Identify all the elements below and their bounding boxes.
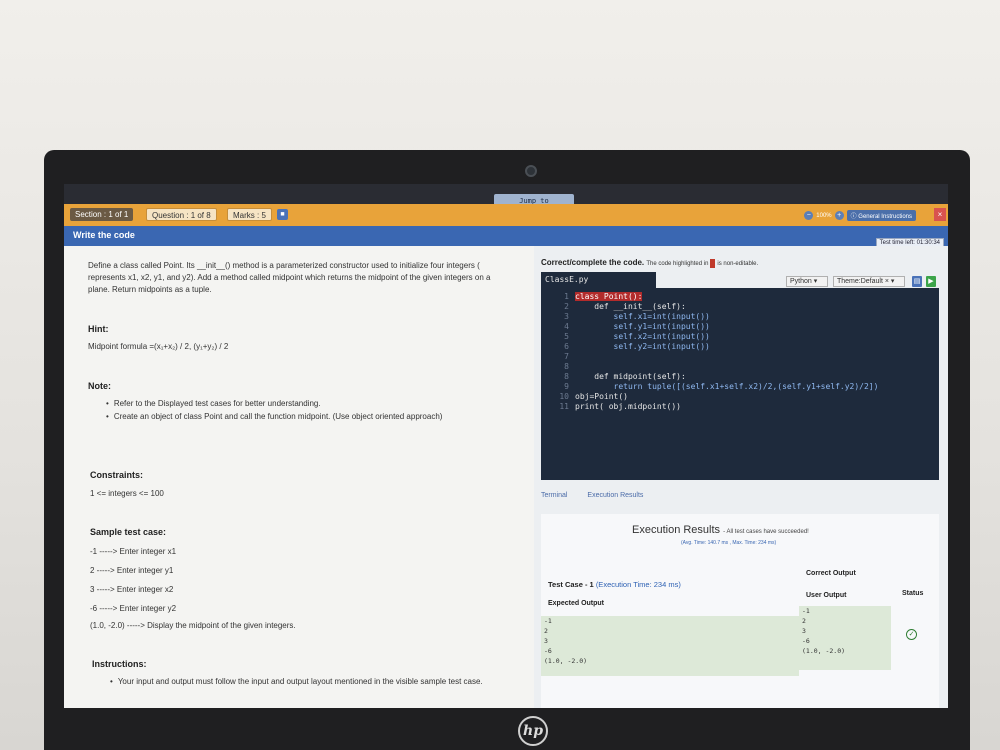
user-output-header: User Output [806, 592, 847, 599]
editor-heading: Correct/complete the code. The code high… [541, 258, 758, 268]
code-text: self.x2=int(input()) [575, 332, 710, 341]
code-text: self.y2=int(input()) [575, 342, 710, 351]
execution-results: Execution Results - All test cases have … [541, 514, 939, 708]
code-line: 1 class Point(): [564, 292, 643, 301]
theme-value: Theme:Default [837, 278, 883, 285]
code-line: 10 obj=Point() [559, 392, 628, 401]
screen: Jump to Section : 1 of 1 Question : 1 of… [64, 184, 948, 708]
code-text: self.y1=int(input()) [575, 322, 710, 331]
result-tabs: Terminal Execution Results [541, 492, 661, 499]
code-line: 4 self.y1=int(input()) [564, 322, 710, 331]
sample-line: -1 -----> Enter integer x1 [90, 547, 177, 556]
execution-timing: (Avg. Time: 140.7 ms , Max. Time: 234 ms… [681, 540, 777, 546]
code-line: 11 print( obj.midpoint()) [559, 402, 681, 411]
code-line: 9 return tuple([(self.x1+self.x2)/2,(sel… [564, 382, 879, 391]
code-line: 8 [564, 362, 569, 371]
save-icon[interactable]: ▤ [912, 276, 922, 287]
code-text: print( obj.midpoint()) [575, 402, 681, 411]
page-title: Write the code [73, 230, 135, 240]
hp-logo: hp [518, 716, 548, 746]
code-panel: Correct/complete the code. The code high… [534, 246, 948, 708]
code-line: 5 self.x2=int(input()) [564, 332, 710, 341]
output-line: 3 [544, 637, 548, 645]
sample-line: 3 -----> Enter integer x2 [90, 585, 174, 594]
hint-heading: Hint: [88, 324, 109, 334]
theme-select[interactable]: Theme:Default × ▾ [833, 276, 905, 287]
code-line: 6 self.y2=int(input()) [564, 342, 710, 351]
editor-heading-text: Correct/complete the code. [541, 258, 645, 267]
testcase-label: Test Case - 1 (Execution Time: 234 ms) [548, 580, 681, 589]
language-value: Python [790, 278, 812, 285]
close-icon[interactable]: × [934, 208, 946, 221]
code-line: 7 [564, 352, 569, 361]
language-select[interactable]: Python ▾ [786, 276, 828, 287]
general-instructions-label: General Instructions [858, 214, 912, 220]
zoom-controls: − 100% + ⓘ General Instructions [804, 210, 916, 221]
instruction-item: Your input and output must follow the in… [110, 676, 515, 688]
execution-title-text: Execution Results [632, 524, 721, 536]
code-text: self.x1=int(input()) [575, 312, 710, 321]
marks-pill: Marks : 5 [227, 208, 272, 221]
sample-line: (1.0, -2.0) -----> Display the midpoint … [90, 621, 296, 630]
sample-heading: Sample test case: [90, 527, 167, 537]
section-pill[interactable]: Section : 1 of 1 [70, 208, 134, 221]
output-line: 3 [802, 627, 806, 635]
zoom-level: 100% [816, 212, 832, 219]
zoom-out-icon[interactable]: − [804, 211, 814, 220]
problem-description: Define a class called Point. Its __init_… [88, 261, 491, 294]
question-nav-bar: Section : 1 of 1 Question : 1 of 8 Marks… [64, 204, 948, 226]
user-output: -1 2 3 -6 (1.0, -2.0) [799, 606, 891, 670]
code-text: def midpoint(self): [575, 372, 686, 381]
output-line: -1 [802, 607, 810, 615]
expected-output-header: Expected Output [548, 600, 605, 607]
webcam [525, 165, 537, 177]
code-line: 2 def __init__(self): [564, 302, 686, 311]
output-line: (1.0, -2.0) [802, 647, 846, 655]
code-editor[interactable]: 1 class Point(): 2 def __init__(self): 3 … [541, 288, 939, 480]
instructions-heading: Instructions: [92, 659, 147, 669]
note-heading: Note: [88, 381, 111, 391]
sample-line: 2 -----> Enter integer y1 [90, 566, 174, 575]
code-line: 8 def midpoint(self): [564, 372, 686, 381]
output-line: (1.0, -2.0) [544, 657, 588, 665]
check-icon: ✓ [906, 629, 917, 640]
locked-color-swatch [710, 258, 716, 268]
expected-output: -1 2 3 -6 (1.0, -2.0) [541, 616, 799, 676]
output-line: 2 [802, 617, 806, 625]
file-tab[interactable]: ClassE.py [541, 272, 656, 288]
testcase-time: (Execution Time: 234 ms) [595, 580, 681, 589]
zoom-in-icon[interactable]: + [834, 211, 844, 220]
correct-output-header: Correct Output [806, 570, 856, 577]
output-line: -1 [544, 617, 552, 625]
code-line: 3 self.x1=int(input()) [564, 312, 710, 321]
note-item: Refer to the Displayed test cases for be… [106, 398, 321, 410]
execution-title: Execution Results - All test cases have … [632, 524, 809, 536]
run-icon[interactable]: ▶ [926, 276, 936, 287]
non-editable-note: The code highlighted in is non-editable. [646, 258, 759, 268]
constraints-text: 1 <= integers <= 100 [90, 489, 164, 498]
question-pill[interactable]: Question : 1 of 8 [146, 208, 217, 221]
status-header: Status [902, 590, 924, 597]
output-line: 2 [544, 627, 548, 635]
code-text: return tuple([(self.x1+self.x2)/2,(self.… [575, 382, 879, 391]
general-instructions-button[interactable]: ⓘ General Instructions [846, 210, 916, 221]
note-item: Create an object of class Point and call… [106, 411, 443, 423]
note-before: The code highlighted in [646, 261, 709, 267]
code-text: class Point(): [575, 292, 643, 301]
constraints-heading: Constraints: [90, 470, 144, 480]
code-text: def __init__(self): [575, 302, 686, 311]
testcase-name: Test Case - 1 [548, 580, 594, 589]
execution-subtitle: - All test cases have succeeded! [723, 529, 809, 535]
output-line: -6 [802, 637, 810, 645]
sample-line: -6 -----> Enter integer y2 [90, 604, 177, 613]
hint-text: Midpoint formula =(x₁+x₂) / 2, (y₁+y₂) /… [88, 342, 229, 351]
output-line: -6 [544, 647, 552, 655]
tab-execution-results[interactable]: Execution Results [587, 492, 643, 499]
tab-terminal[interactable]: Terminal [541, 492, 567, 499]
note-after: is non-editable. [717, 261, 759, 267]
page-header: Write the code Test time left: 01:30:34 [64, 226, 948, 248]
problem-panel: Define a class called Point. Its __init_… [64, 246, 534, 708]
info-icon[interactable]: ■ [277, 209, 288, 220]
code-text: obj=Point() [575, 392, 628, 401]
